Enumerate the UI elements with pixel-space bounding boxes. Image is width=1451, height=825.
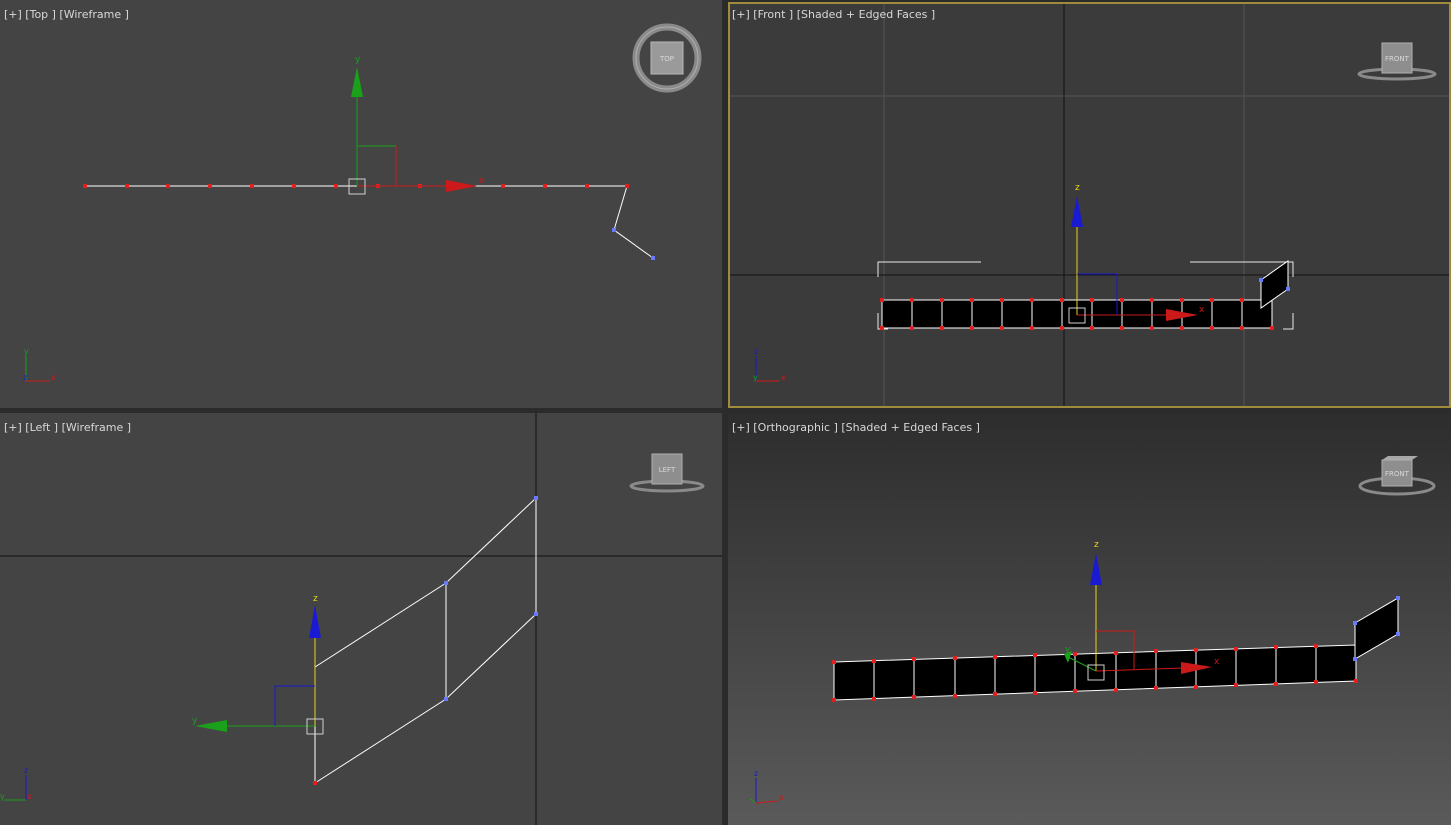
axis-z-label: z (1075, 183, 1080, 193)
axis-y-label: y (355, 55, 361, 65)
svg-text:y: y (0, 792, 5, 801)
viewport-front-label[interactable]: [+] [Front ] [Shaded + Edged Faces ] (732, 8, 935, 21)
move-gizmo-top[interactable] (348, 67, 477, 195)
viewport-left-canvas[interactable]: z y z y x LEFT (0, 413, 722, 825)
svg-text:x: x (51, 373, 56, 382)
viewcube-ortho[interactable]: FRONT (1358, 456, 1436, 496)
viewport-left-label[interactable]: [+] [Left ] [Wireframe ] (4, 421, 131, 434)
axis-tripod-top: y x z (23, 347, 56, 382)
viewport-orthographic[interactable]: z x y z x FRONT [+] [Orthographic ] [Sha… (728, 413, 1451, 825)
viewport-top[interactable]: y x y x z TOP [+] [Top ] [Wireframe ] (0, 0, 722, 408)
viewcube-top[interactable]: TOP (632, 23, 702, 93)
viewcube-front[interactable]: FRONT (1357, 42, 1437, 81)
viewcube-left-label: LEFT (659, 466, 676, 474)
svg-text:z: z (754, 347, 758, 356)
grid-front (728, 2, 1451, 408)
axis-tripod-left: z y x (0, 766, 32, 801)
axis-y-label: y (192, 716, 198, 726)
axis-x-label: x (1214, 657, 1220, 667)
viewport-ortho-label[interactable]: [+] [Orthographic ] [Shaded + Edged Face… (732, 421, 980, 434)
viewcube-top-label: TOP (659, 55, 674, 63)
svg-text:z: z (754, 769, 758, 778)
viewport-top-canvas[interactable]: y x y x z TOP (0, 0, 722, 408)
viewport-front-canvas[interactable]: z x z x y FRONT (728, 2, 1451, 408)
svg-text:z: z (24, 766, 28, 775)
svg-text:x: x (781, 373, 786, 382)
viewport-front[interactable]: z x z x y FRONT [+] [Front ] [Shaded + E… (728, 2, 1451, 408)
svg-text:y: y (753, 373, 758, 382)
svg-text:z: z (23, 373, 27, 382)
move-gizmo-left[interactable] (195, 605, 324, 735)
viewport-left[interactable]: z y z y x LEFT [+] [Left ] [Wireframe ] (0, 413, 722, 825)
viewport-top-label[interactable]: [+] [Top ] [Wireframe ] (4, 8, 129, 21)
spline-top[interactable] (85, 185, 654, 259)
ribbon-mesh-ortho[interactable] (832, 596, 1400, 702)
axis-tripod-front: z x y (753, 347, 786, 382)
viewcube-front-label: FRONT (1385, 55, 1410, 63)
axis-tripod-ortho: z x (749, 769, 784, 804)
ribbon-wire-left[interactable] (314, 497, 537, 784)
svg-text:y: y (24, 347, 29, 356)
viewcube-ortho-label: FRONT (1385, 470, 1410, 478)
axis-x-label: x (1199, 305, 1205, 315)
axis-x-label: x (479, 176, 485, 186)
svg-text:x: x (27, 792, 32, 801)
axis-z-label: z (1094, 540, 1099, 550)
viewport-orthographic-canvas[interactable]: z x y z x FRONT (728, 413, 1451, 825)
viewcube-left[interactable]: LEFT (629, 453, 705, 493)
svg-text:x: x (779, 793, 784, 802)
axis-z-label: z (313, 594, 318, 604)
axis-y-label: y (1065, 645, 1071, 655)
